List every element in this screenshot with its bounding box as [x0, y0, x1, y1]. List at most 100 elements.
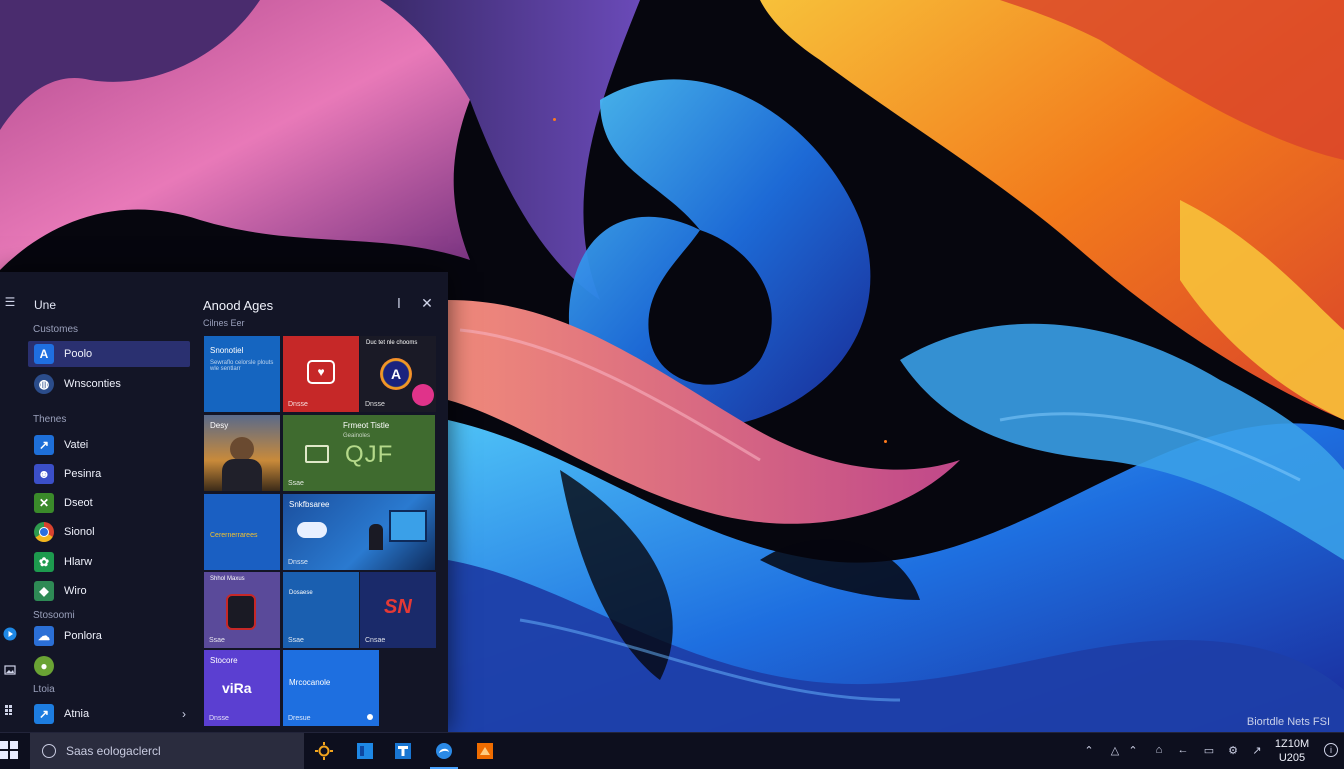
- app-list-title: Une: [34, 298, 57, 312]
- tile-label: Dnsse: [288, 401, 308, 408]
- cloud-graphic: [297, 522, 327, 538]
- tile-cerernerrarees[interactable]: Cerernerrarees: [204, 494, 280, 570]
- app-item-atnia[interactable]: ↗ Atnia ›: [28, 701, 190, 727]
- taskbar-search-box[interactable]: [30, 733, 304, 769]
- tile-a-circle[interactable]: Duc tet nle chooms A Dnsse: [360, 336, 436, 412]
- settings-icon[interactable]: ⚙: [1226, 743, 1240, 757]
- tile-title: Dosaese: [289, 590, 313, 596]
- close-icon[interactable]: ✕: [418, 294, 436, 312]
- app-item-vatei[interactable]: ↗ Vatei: [28, 432, 190, 458]
- app-item-ponlora[interactable]: ☁ Ponlora: [28, 623, 190, 649]
- pen-icon[interactable]: ↗: [1250, 743, 1264, 757]
- app-label: Wiro: [64, 585, 87, 597]
- globe-icon: ◍: [34, 374, 54, 394]
- taskbar-app-sun[interactable]: [306, 733, 342, 769]
- tile-mrcocanole[interactable]: Mrcocanole Dresue: [283, 650, 379, 726]
- info-icon[interactable]: i: [1324, 743, 1338, 757]
- start-menu: ☰ Une Customes A Poolo ◍ Wnsconties Then…: [0, 272, 448, 732]
- a-circle-icon: A: [380, 358, 412, 390]
- tile-title: Snkfbsaree: [289, 500, 330, 509]
- tile-snonotiel[interactable]: Snonotiel Sewraflo celorsle plouts wle s…: [204, 336, 280, 412]
- clock-time: 1Z10M: [1274, 738, 1310, 750]
- cloud-icon: ☁: [34, 626, 54, 646]
- group-label: Thenes: [33, 414, 67, 425]
- app-label: Pesinra: [64, 468, 102, 480]
- app-item-ball[interactable]: ●: [28, 653, 190, 679]
- flower-decoration: [412, 384, 434, 406]
- tile-title: Shhol Maxus: [210, 576, 245, 582]
- app-item-wnsconties[interactable]: ◍ Wnsconties: [28, 371, 190, 397]
- tile-dosaese[interactable]: Dosaese Ssae: [283, 572, 359, 648]
- tile-sn[interactable]: SN Cnsae: [360, 572, 436, 648]
- tile-label: Dresue: [288, 715, 311, 722]
- app-item-hlarw[interactable]: ✿ Hlarw: [28, 549, 190, 575]
- app-label: Vatei: [64, 439, 89, 451]
- pictures-icon[interactable]: [2, 662, 18, 678]
- app-label: Hlarw: [64, 556, 93, 568]
- xbox-icon: ✕: [34, 493, 54, 513]
- orange-app-icon: [477, 743, 493, 759]
- taskbar-clock[interactable]: 1Z10M U205: [1268, 737, 1316, 765]
- app-item-sionol[interactable]: Sionol: [28, 519, 190, 545]
- tile-label: Dnsse: [365, 401, 385, 408]
- wallpaper-spark: [553, 118, 556, 121]
- tile-title: Stocore: [210, 656, 238, 665]
- blue-t-app-icon: [395, 743, 411, 759]
- tile-title: Desy: [210, 421, 229, 430]
- group-label: Customes: [33, 324, 79, 335]
- tile-subtitle: Sewraflo celorsle plouts wle sentlarr: [210, 360, 274, 372]
- people-icon: ☻: [34, 464, 54, 484]
- network-icon[interactable]: ⌂: [1152, 743, 1166, 757]
- keyboard-icon[interactable]: ▭: [1202, 743, 1216, 757]
- chevron-up-icon[interactable]: ⌃: [1082, 743, 1096, 757]
- tile-stocore[interactable]: Stocore viRa Dnsse: [204, 650, 280, 726]
- taskbar-app-orange[interactable]: [467, 733, 503, 769]
- media-play-icon[interactable]: [2, 626, 18, 642]
- app-label: Wnsconties: [64, 378, 121, 390]
- tile-title: Snonotiel: [210, 346, 244, 355]
- search-input[interactable]: [64, 743, 288, 759]
- red-app-icon: ♥: [307, 360, 335, 384]
- app-label: Atnia: [64, 708, 90, 720]
- arrow-icon[interactable]: ←: [1176, 743, 1190, 757]
- more-options-icon[interactable]: ǀ: [390, 294, 408, 312]
- app-item-wiro[interactable]: ◆ Wiro: [28, 578, 190, 604]
- tile-subtitle: Geainoles: [343, 433, 371, 439]
- arrow-tile-icon: ↗: [34, 435, 54, 455]
- blue-square-app-icon: [357, 743, 373, 759]
- all-apps-grid-icon[interactable]: [2, 702, 18, 718]
- chevron-right-icon[interactable]: ›: [182, 707, 186, 721]
- tile-frmeot-tistle[interactable]: Frmeot Tistle Geainoles QJF Ssae: [283, 415, 435, 491]
- tile-title: Frmeot Tistle: [343, 421, 390, 430]
- store-icon: ↗: [34, 704, 54, 724]
- windows-start-button[interactable]: [0, 741, 18, 759]
- yellow-headline: Cerernerrarees: [210, 532, 258, 539]
- person-photo: [230, 437, 254, 461]
- tile-shhol-maxus[interactable]: Shhol Maxus Ssae: [204, 572, 280, 648]
- taskbar-app-blue-square[interactable]: [347, 733, 383, 769]
- start-rail: ☰: [0, 272, 22, 732]
- hamburger-menu-icon[interactable]: ☰: [2, 294, 18, 310]
- taskbar-app-edge[interactable]: [426, 733, 462, 769]
- plant-icon: ✿: [34, 552, 54, 572]
- notification-icon[interactable]: ⌃: [1126, 743, 1140, 757]
- group-label: Ltoia: [33, 684, 55, 695]
- app-item-dseot[interactable]: ✕ Dseot: [28, 490, 190, 516]
- app-label: Ponlora: [64, 630, 102, 642]
- ball-icon: ●: [34, 656, 54, 676]
- sn-logo: SN: [384, 596, 412, 618]
- windows-logo-icon: [0, 741, 18, 759]
- map-icon: ◆: [34, 581, 54, 601]
- clock-date: U205: [1278, 752, 1306, 764]
- tile-red-app[interactable]: ♥ Dnsse: [283, 336, 359, 412]
- taskbar-app-blue-t[interactable]: [385, 733, 421, 769]
- warning-triangle-icon[interactable]: △: [1108, 743, 1122, 757]
- tile-label: Ssae: [209, 637, 225, 644]
- tile-snkfbsaree[interactable]: Snkfbsaree Dnsse: [283, 494, 435, 570]
- tile-desy[interactable]: Desy: [204, 415, 280, 491]
- tiles-pane-subtitle: Cilnes Eer: [203, 318, 245, 328]
- tiles-pane: Anood Ages Cilnes Eer ǀ ✕ Snonotiel Sewr…: [200, 272, 448, 732]
- edge-app-icon: [436, 743, 452, 759]
- app-item-pesinra[interactable]: ☻ Pesinra: [28, 461, 190, 487]
- app-item-poolo[interactable]: A Poolo: [28, 341, 190, 367]
